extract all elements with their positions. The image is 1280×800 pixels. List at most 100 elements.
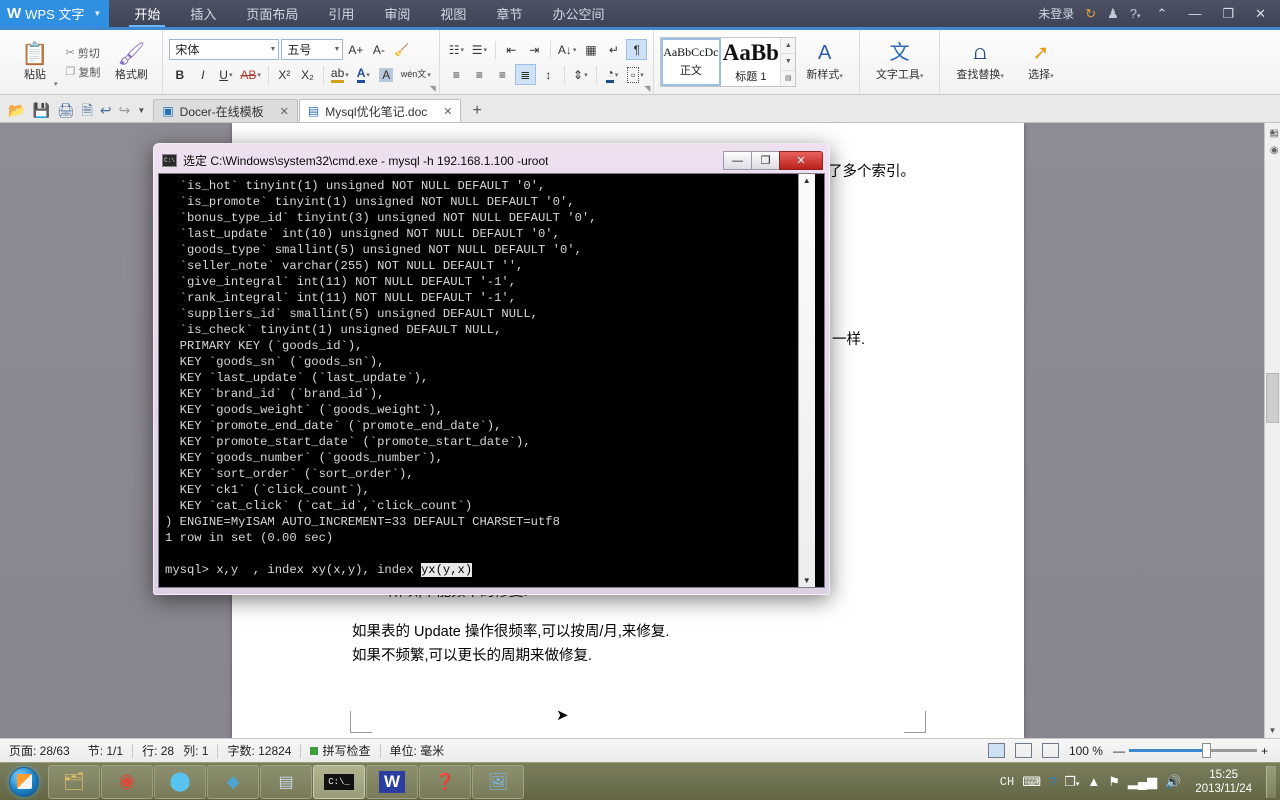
action-center-icon[interactable]: ⚑ bbox=[1108, 774, 1120, 790]
sort-button[interactable]: A↓ ▾ bbox=[556, 39, 579, 60]
distribute-button[interactable]: ↕ bbox=[538, 64, 559, 85]
line-spacing-button[interactable]: ⇕ ▾ bbox=[570, 64, 591, 85]
table-grid-button[interactable]: ▦ bbox=[580, 39, 601, 60]
zoom-thumb[interactable] bbox=[1201, 743, 1211, 758]
underline-button[interactable]: U ▾ bbox=[215, 64, 236, 85]
scrollbar-thumb[interactable] bbox=[1266, 373, 1279, 423]
wps-brand[interactable]: W WPS 文字 ▼ bbox=[0, 0, 110, 27]
undo-icon[interactable]: ↩ bbox=[100, 103, 112, 117]
paragraph-dialog-launcher[interactable]: ◥ bbox=[644, 84, 650, 93]
italic-button[interactable]: I bbox=[192, 64, 213, 85]
menu-tab-review[interactable]: 审阅 bbox=[369, 0, 425, 27]
chevron-down-icon[interactable]: ▾ bbox=[584, 71, 588, 79]
text-tool-button[interactable]: 文 文字工具▾ bbox=[866, 42, 934, 82]
chevron-down-icon[interactable]: ▾ bbox=[257, 71, 261, 79]
cmd-selected-text[interactable]: yx(y,x) bbox=[420, 563, 473, 577]
chevron-down-icon[interactable]: ▾ bbox=[1050, 73, 1054, 80]
zoom-in-button[interactable]: + bbox=[1261, 744, 1268, 758]
help-blue-icon[interactable]: ? bbox=[1049, 774, 1056, 789]
borders-button[interactable]: ▫ ▾ bbox=[625, 64, 646, 85]
status-row[interactable]: 行: 28 bbox=[133, 742, 183, 759]
strikethrough-button[interactable]: AB ▾ bbox=[238, 64, 263, 85]
collapse-ribbon-button[interactable]: ⌃ bbox=[1152, 6, 1173, 22]
style-item-body[interactable]: AaBbCcDc 正文 bbox=[661, 38, 722, 86]
open-icon[interactable]: 📂 bbox=[8, 103, 25, 117]
scroll-down-icon[interactable]: ▼ bbox=[781, 54, 796, 71]
chevron-down-icon[interactable]: ▾ bbox=[427, 71, 431, 79]
status-column[interactable]: 列: 1 bbox=[183, 742, 217, 759]
page-view-icon[interactable] bbox=[987, 743, 1005, 758]
close-icon[interactable]: ✕ bbox=[443, 105, 452, 118]
close-icon[interactable]: ✕ bbox=[280, 105, 289, 118]
show-marks-button[interactable]: ¶ bbox=[626, 39, 648, 60]
refresh-icon[interactable]: ↻ bbox=[1085, 7, 1096, 20]
font-size-combo[interactable]: 五号 ▼ bbox=[281, 39, 344, 60]
taskbar-wps-icon[interactable]: W bbox=[366, 764, 418, 799]
menu-tab-start[interactable]: 开始 bbox=[119, 0, 175, 27]
copy-button[interactable]: ❐ 复制 bbox=[66, 64, 101, 80]
taskbar-photo-icon[interactable]: 🖼 bbox=[472, 764, 524, 799]
new-style-button[interactable]: A 新样式▾ bbox=[796, 42, 853, 82]
taskbar-security-icon[interactable]: ◆ bbox=[207, 764, 259, 799]
style-item-heading1[interactable]: AaBb 标题 1 bbox=[721, 38, 782, 86]
char-shading-button[interactable]: A bbox=[376, 64, 397, 85]
find-replace-button[interactable]: ⩍ 查找替换▾ bbox=[946, 42, 1014, 82]
scroll-up-icon[interactable]: ▲ bbox=[781, 38, 796, 55]
cmd-close-button[interactable]: ✕ bbox=[779, 151, 823, 170]
style-more-icon[interactable]: ▤ bbox=[781, 71, 795, 86]
clear-format-button[interactable]: 🧹 bbox=[391, 39, 412, 60]
taskbar-help-icon[interactable]: ❓ bbox=[419, 764, 471, 799]
show-hidden-icon[interactable]: ❐▾ bbox=[1064, 774, 1079, 790]
volume-icon[interactable]: 🔊 bbox=[1165, 774, 1181, 790]
chevron-down-icon[interactable]: ▼ bbox=[93, 9, 101, 18]
chevron-down-icon[interactable]: ▾ bbox=[483, 46, 487, 54]
highlight-button[interactable]: ab ▾ bbox=[329, 64, 351, 85]
network-icon[interactable]: ▂▄▆ bbox=[1128, 774, 1157, 790]
menu-tab-page-layout[interactable]: 页面布局 bbox=[231, 0, 313, 27]
taskbar-cmd-icon[interactable]: C:\_ bbox=[313, 764, 365, 799]
grow-font-button[interactable]: A+ bbox=[345, 39, 366, 60]
status-unit[interactable]: 单位: 毫米 bbox=[381, 742, 454, 759]
status-section[interactable]: 节: 1/1 bbox=[79, 742, 132, 759]
outline-view-icon[interactable] bbox=[1014, 743, 1032, 758]
chevron-down-icon[interactable]: ▼ bbox=[263, 46, 276, 53]
shading-button[interactable]: ◔ ▾ bbox=[602, 64, 623, 85]
chevron-down-icon[interactable]: ▾ bbox=[460, 46, 464, 54]
document-scrollbar[interactable]: ▲ ▼ bbox=[1264, 123, 1280, 738]
taskbar-editor-icon[interactable]: ▤ bbox=[260, 764, 312, 799]
align-left-button[interactable]: ≡ bbox=[446, 64, 467, 85]
web-view-icon[interactable] bbox=[1041, 743, 1059, 758]
chevron-down-icon[interactable]: ▾ bbox=[229, 71, 233, 79]
status-spellcheck[interactable]: 拼写检查 bbox=[301, 742, 379, 759]
scroll-down-icon[interactable]: ▼ bbox=[1265, 722, 1280, 738]
minimize-button[interactable]: — bbox=[1183, 6, 1206, 21]
find-next-icon[interactable]: ◉ bbox=[1270, 145, 1279, 156]
chevron-down-icon[interactable]: ▼ bbox=[327, 46, 340, 53]
print-icon[interactable]: 🖨 bbox=[57, 103, 75, 117]
zoom-track[interactable] bbox=[1128, 743, 1257, 758]
subscript-button[interactable]: X₂ bbox=[297, 64, 318, 85]
select-button[interactable]: ➚ 选择▾ bbox=[1014, 42, 1068, 82]
cmd-maximize-button[interactable]: ❐ bbox=[751, 151, 780, 170]
menu-tab-office-space[interactable]: 办公空间 bbox=[537, 0, 619, 27]
page-thumbnail-icon[interactable]: ▤ bbox=[1270, 128, 1279, 139]
paste-dropdown-icon[interactable]: ▾ bbox=[54, 80, 58, 88]
align-right-button[interactable]: ≡ bbox=[492, 64, 513, 85]
taskbar-qq-icon[interactable]: ⬤ bbox=[154, 764, 206, 799]
cmd-window[interactable]: C:\ 选定 C:\Windows\system32\cmd.exe - mys… bbox=[153, 143, 830, 723]
pinyin-button[interactable]: wén文 ▾ bbox=[399, 64, 433, 85]
align-justify-button[interactable]: ≣ bbox=[514, 64, 536, 85]
status-page[interactable]: 页面: 28/63 bbox=[0, 742, 79, 759]
menu-tab-references[interactable]: 引用 bbox=[313, 0, 369, 27]
new-tab-button[interactable]: + bbox=[462, 102, 491, 122]
insert-break-button[interactable]: ↵ bbox=[603, 39, 624, 60]
chevron-down-icon[interactable]: ▾ bbox=[366, 71, 370, 79]
style-gallery-scrollbar[interactable]: ▲ ▼ ▤ bbox=[781, 38, 796, 86]
scroll-down-icon[interactable]: ▼ bbox=[803, 574, 811, 587]
cmd-console-body[interactable]: `is_hot` tinyint(1) unsigned NOT NULL DE… bbox=[158, 173, 825, 588]
bullets-button[interactable]: ☷ ▾ bbox=[446, 39, 467, 60]
shirt-icon[interactable]: ♟ bbox=[1107, 7, 1119, 20]
save-icon[interactable]: 💾 bbox=[32, 103, 49, 117]
status-word-count[interactable]: 字数: 12824 bbox=[218, 742, 300, 759]
start-button[interactable] bbox=[0, 764, 48, 800]
